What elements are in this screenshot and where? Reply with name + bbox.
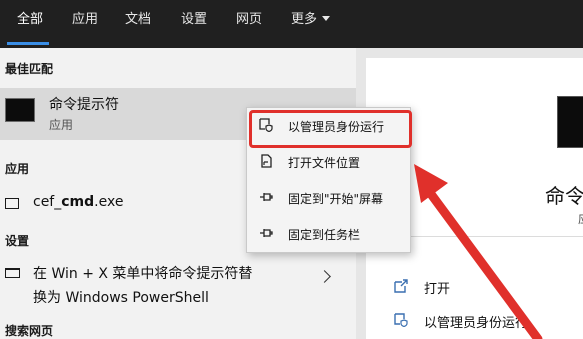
active-tab-indicator bbox=[7, 42, 49, 45]
command-prompt-icon bbox=[5, 98, 35, 122]
details-run-as-admin-label: 以管理员身份运行 bbox=[424, 316, 529, 331]
window-icon bbox=[5, 198, 19, 209]
app-name-match: cmd bbox=[61, 194, 95, 210]
settings-result-item[interactable]: 在 Win + X 菜单中将命令提示符替 换为 Windows PowerShe… bbox=[0, 262, 356, 310]
menu-item-pin-to-start[interactable]: 固定到"开始"屏幕 bbox=[247, 180, 412, 216]
settings-result-line1: 在 Win + X 菜单中将命令提示符替 bbox=[33, 266, 253, 282]
tab-more-label: 更多 bbox=[291, 12, 318, 27]
menu-item-pin-to-taskbar[interactable]: 固定到任务栏 bbox=[247, 216, 412, 252]
details-open-label: 打开 bbox=[424, 282, 451, 297]
pin-icon bbox=[260, 193, 273, 201]
shield-icon bbox=[394, 313, 408, 327]
chevron-right-icon[interactable] bbox=[318, 270, 331, 283]
settings-header: 设置 bbox=[5, 234, 30, 248]
best-match-title: 命令提示符 bbox=[49, 97, 119, 113]
command-prompt-large-icon bbox=[557, 96, 583, 148]
tab-settings[interactable]: 设置 bbox=[181, 0, 207, 48]
settings-result-line2: 换为 Windows PowerShell bbox=[33, 290, 209, 306]
app-result-label: cef_cmd.exe bbox=[33, 194, 123, 210]
tab-documents[interactable]: 文档 bbox=[125, 0, 151, 48]
app-name-suffix: .exe bbox=[94, 194, 124, 210]
open-icon bbox=[394, 279, 408, 293]
best-match-header: 最佳匹配 bbox=[5, 62, 54, 76]
chevron-down-icon bbox=[322, 16, 331, 21]
search-tab-bar: 全部 应用 文档 设置 网页 更多 bbox=[0, 0, 583, 48]
apps-header: 应用 bbox=[5, 162, 30, 176]
details-title: 命令提 bbox=[545, 184, 583, 208]
best-match-subtitle: 应用 bbox=[49, 118, 74, 132]
menu-item-pin-to-taskbar-label: 固定到任务栏 bbox=[288, 228, 361, 242]
tab-all[interactable]: 全部 bbox=[17, 0, 43, 48]
menu-item-open-file-location-label: 打开文件位置 bbox=[288, 156, 361, 170]
details-subtitle: 应 bbox=[578, 210, 583, 227]
highlight-box bbox=[249, 110, 412, 148]
pin-icon bbox=[260, 229, 273, 237]
keyboard-icon bbox=[5, 268, 20, 278]
tab-more[interactable]: 更多 bbox=[291, 0, 331, 48]
file-location-icon bbox=[261, 154, 272, 168]
app-name-prefix: cef_ bbox=[33, 194, 62, 210]
tab-apps[interactable]: 应用 bbox=[72, 0, 98, 48]
menu-item-open-file-location[interactable]: 打开文件位置 bbox=[247, 144, 412, 180]
tab-web[interactable]: 网页 bbox=[236, 0, 262, 48]
menu-item-pin-to-start-label: 固定到"开始"屏幕 bbox=[288, 192, 384, 206]
web-search-header: 搜索网页 bbox=[5, 324, 54, 338]
